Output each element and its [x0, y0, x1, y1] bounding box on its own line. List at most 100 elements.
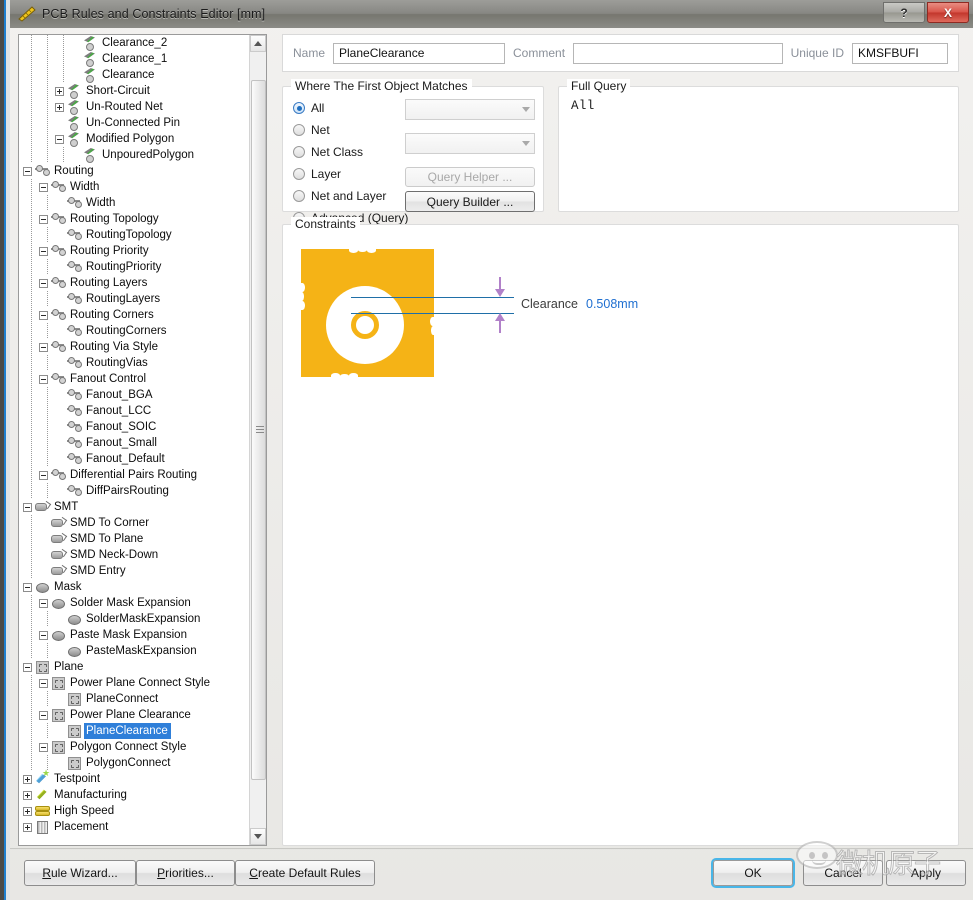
- tree-item-plane[interactable]: Plane: [19, 659, 249, 675]
- tree-item-planeclearance[interactable]: PlaneClearance: [19, 723, 249, 739]
- tree-item-high-speed[interactable]: High Speed: [19, 803, 249, 819]
- tree-item-power-plane-connect-style[interactable]: Power Plane Connect Style: [19, 675, 249, 691]
- tree-item-paste-mask-expansion[interactable]: Paste Mask Expansion: [19, 627, 249, 643]
- tree-item-placement[interactable]: Placement: [19, 819, 249, 835]
- tree-item-fanout-default[interactable]: Fanout_Default: [19, 451, 249, 467]
- collapse-icon[interactable]: [39, 246, 48, 256]
- tree-item-smd-neck-down[interactable]: SMD Neck-Down: [19, 547, 249, 563]
- tree-item-soldermaskexpansion[interactable]: SolderMaskExpansion: [19, 611, 249, 627]
- tree-item-fanout-control[interactable]: Fanout Control: [19, 371, 249, 387]
- expand-icon[interactable]: [55, 86, 64, 96]
- tree-item-clearance[interactable]: Clearance: [19, 67, 249, 83]
- tree-item-clearance-1[interactable]: Clearance_1: [19, 51, 249, 67]
- collapse-icon[interactable]: [39, 630, 48, 640]
- query-builder-button[interactable]: Query Builder ...: [405, 191, 535, 212]
- tree-item-unpouredpolygon[interactable]: UnpouredPolygon: [19, 147, 249, 163]
- create-default-rules-button[interactable]: Create Default Rules: [235, 860, 375, 886]
- expand-icon[interactable]: [23, 806, 32, 816]
- tree-item-routing-layers[interactable]: Routing Layers: [19, 275, 249, 291]
- tree-item-solder-mask-expansion[interactable]: Solder Mask Expansion: [19, 595, 249, 611]
- tree-item-routing-via-style[interactable]: Routing Via Style: [19, 339, 249, 355]
- expand-icon[interactable]: [23, 822, 32, 832]
- tree-item-routingpriority[interactable]: RoutingPriority: [19, 259, 249, 275]
- rules-tree-list[interactable]: Clearance_2 Clearance_1 Clearance Short-Cir…: [19, 35, 249, 845]
- tree-item-routingcorners[interactable]: RoutingCorners: [19, 323, 249, 339]
- tree-item-modified-polygon[interactable]: Modified Polygon: [19, 131, 249, 147]
- tree-item-un-routed-net[interactable]: Un-Routed Net: [19, 99, 249, 115]
- tree-item-smd-to-plane[interactable]: SMD To Plane: [19, 531, 249, 547]
- collapse-icon[interactable]: [39, 310, 48, 320]
- tree-item-manufacturing[interactable]: Manufacturing: [19, 787, 249, 803]
- collapse-icon[interactable]: [39, 710, 48, 720]
- tree-item-clearance-2[interactable]: Clearance_2: [19, 35, 249, 51]
- radio-row-net[interactable]: Net: [293, 121, 330, 139]
- tree-item-short-circuit[interactable]: Short-Circuit: [19, 83, 249, 99]
- rule-wizard-button[interactable]: Rule Wizard...: [24, 860, 136, 886]
- tree-item-width[interactable]: Width: [19, 195, 249, 211]
- collapse-icon[interactable]: [23, 502, 32, 512]
- tree-item-fanout-lcc[interactable]: Fanout_LCC: [19, 403, 249, 419]
- apply-button[interactable]: Apply: [886, 860, 966, 886]
- tree-item-fanout-bga[interactable]: Fanout_BGA: [19, 387, 249, 403]
- radio-row-layer[interactable]: Layer: [293, 165, 341, 183]
- scroll-down-button[interactable]: [250, 828, 266, 845]
- collapse-icon[interactable]: [55, 134, 64, 144]
- expand-icon[interactable]: [23, 790, 32, 800]
- collapse-icon[interactable]: [23, 582, 32, 592]
- name-input[interactable]: PlaneClearance: [333, 42, 506, 64]
- comment-input[interactable]: [573, 42, 783, 64]
- radio-net[interactable]: [293, 124, 305, 136]
- radio-row-all[interactable]: All: [293, 99, 324, 117]
- tree-item-polygon-connect-style[interactable]: Polygon Connect Style: [19, 739, 249, 755]
- tree-item-routing-corners[interactable]: Routing Corners: [19, 307, 249, 323]
- tree-item-polygonconnect[interactable]: PolygonConnect: [19, 755, 249, 771]
- tree-item-routing-topology[interactable]: Routing Topology: [19, 211, 249, 227]
- collapse-icon[interactable]: [39, 342, 48, 352]
- collapse-icon[interactable]: [39, 742, 48, 752]
- cancel-button[interactable]: Cancel: [803, 860, 883, 886]
- collapse-icon[interactable]: [23, 662, 32, 672]
- tree-item-routinglayers[interactable]: RoutingLayers: [19, 291, 249, 307]
- clearance-value[interactable]: 0.508mm: [586, 297, 638, 311]
- collapse-icon[interactable]: [23, 166, 32, 176]
- tree-item-width[interactable]: Width: [19, 179, 249, 195]
- tree-item-fanout-small[interactable]: Fanout_Small: [19, 435, 249, 451]
- scroll-up-button[interactable]: [250, 35, 266, 52]
- unique-id-input[interactable]: KMSFBUFI: [852, 42, 948, 64]
- tree-item-routing[interactable]: Routing: [19, 163, 249, 179]
- tree-item-routing-priority[interactable]: Routing Priority: [19, 243, 249, 259]
- priorities-button[interactable]: Priorities...: [136, 860, 235, 886]
- expand-icon[interactable]: [55, 102, 64, 112]
- tree-vertical-scrollbar[interactable]: [249, 35, 266, 845]
- tree-item-mask[interactable]: Mask: [19, 579, 249, 595]
- collapse-icon[interactable]: [39, 214, 48, 224]
- help-button[interactable]: ?: [883, 2, 925, 23]
- tree-item-differential-pairs-routing[interactable]: Differential Pairs Routing: [19, 467, 249, 483]
- radio-net-class[interactable]: [293, 146, 305, 158]
- query-helper-button[interactable]: Query Helper ...: [405, 167, 535, 187]
- close-button[interactable]: X: [927, 2, 969, 23]
- tree-item-testpoint[interactable]: Testpoint: [19, 769, 249, 787]
- tree-item-smd-entry[interactable]: SMD Entry: [19, 563, 249, 579]
- net-combo[interactable]: [405, 99, 535, 120]
- title-bar[interactable]: PCB Rules and Constraints Editor [mm] ? …: [10, 0, 973, 28]
- tree-item-routingtopology[interactable]: RoutingTopology: [19, 227, 249, 243]
- expand-icon[interactable]: [23, 774, 32, 784]
- tree-item-pastemaskexpansion[interactable]: PasteMaskExpansion: [19, 643, 249, 659]
- radio-all[interactable]: [293, 102, 305, 114]
- collapse-icon[interactable]: [39, 678, 48, 688]
- tree-item-smt[interactable]: SMT: [19, 499, 249, 515]
- radio-row-net-and-layer[interactable]: Net and Layer: [293, 187, 386, 205]
- collapse-icon[interactable]: [39, 470, 48, 480]
- collapse-icon[interactable]: [39, 598, 48, 608]
- tree-item-routingvias[interactable]: RoutingVias: [19, 355, 249, 371]
- ok-button[interactable]: OK: [713, 860, 793, 886]
- tree-item-planeconnect[interactable]: PlaneConnect: [19, 691, 249, 707]
- tree-item-un-connected-pin[interactable]: Un-Connected Pin: [19, 115, 249, 131]
- full-query-text[interactable]: All: [571, 99, 595, 113]
- scrollbar-thumb[interactable]: [251, 80, 266, 780]
- collapse-icon[interactable]: [39, 278, 48, 288]
- net-class-combo[interactable]: [405, 133, 535, 154]
- radio-net-and-layer[interactable]: [293, 190, 305, 202]
- radio-row-net-class[interactable]: Net Class: [293, 143, 363, 161]
